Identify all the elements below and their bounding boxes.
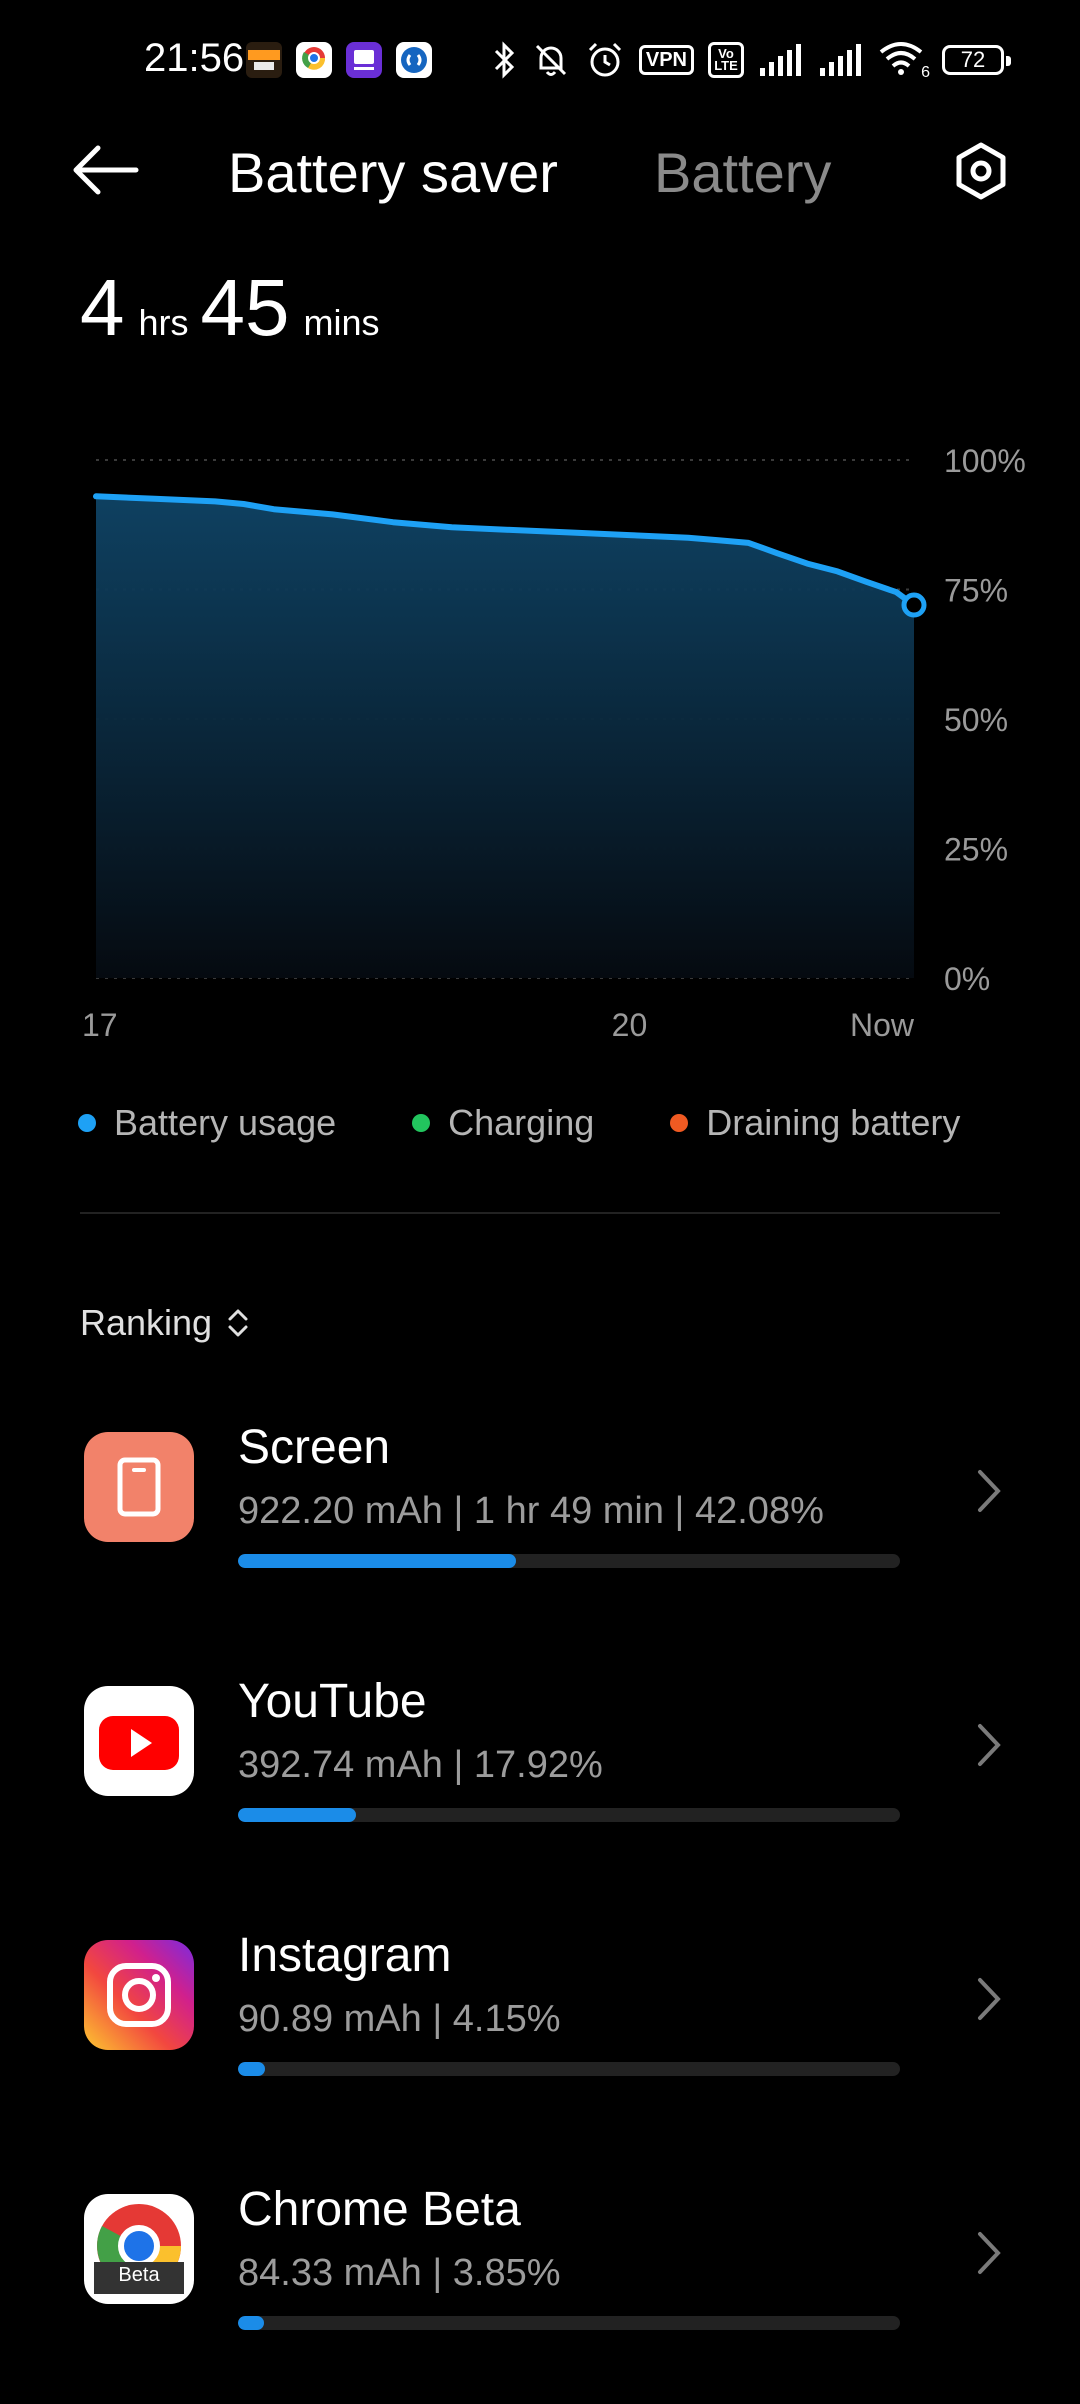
app-row-youtube[interactable]: YouTube 392.74 mAh | 17.92% [0, 1666, 1080, 1896]
chart-legend: Battery usage Charging Draining battery [78, 1102, 960, 1144]
header: Battery saver Battery [0, 120, 1080, 220]
usage-bar-fill [238, 2062, 266, 2076]
app-name: YouTube [238, 1675, 427, 1728]
app-name: Chrome Beta [238, 2183, 521, 2236]
screen-icon [84, 1432, 194, 1542]
bluetooth-icon [494, 41, 514, 79]
remaining-hours-unit: hrs [138, 302, 189, 343]
app-row-instagram[interactable]: Instagram 90.89 mAh | 4.15% [0, 1920, 1080, 2150]
y-tick-label: 25% [944, 832, 1008, 868]
usage-area-fill [96, 496, 914, 978]
legend-battery-usage: Battery usage [78, 1102, 336, 1144]
x-tick-label: Now [850, 1007, 915, 1043]
wifi-icon [879, 42, 923, 75]
mute-bell-icon [535, 44, 566, 76]
legend-label: Battery usage [114, 1102, 337, 1143]
ranking-sort-button[interactable]: Ranking [80, 1302, 250, 1344]
current-point-marker [901, 592, 927, 618]
legend-draining: Draining battery [670, 1102, 960, 1144]
usage-bar [238, 1808, 900, 1822]
remaining-hours: 4 [80, 263, 125, 352]
signal-sim1-icon [760, 44, 801, 76]
legend-dot-green [412, 1114, 431, 1132]
battery-usage-chart: 100% 75% 50% 25% 0% 17 20 Now [82, 443, 1026, 1043]
wifi-label: 6 [921, 64, 930, 81]
tab-battery[interactable]: Battery [654, 140, 831, 205]
chrome-beta-icon: Beta [84, 2194, 194, 2304]
usage-bar-fill [238, 1554, 517, 1568]
back-arrow-icon[interactable] [70, 142, 150, 198]
wifi-indicator: 6 [878, 40, 930, 81]
chevron-right-icon [978, 2232, 1001, 2274]
app-usage-detail: 84.33 mAh | 3.85% [238, 2252, 561, 2294]
ranking-label: Ranking [80, 1302, 213, 1343]
legend-label: Charging [448, 1102, 595, 1143]
chevron-right-icon [978, 1724, 1001, 1766]
app-name: Screen [238, 1421, 391, 1474]
usage-bar [238, 1554, 900, 1568]
usage-bar-fill [238, 2316, 265, 2330]
nowtv-notification-icon [246, 42, 282, 78]
y-tick-label: 100% [944, 443, 1026, 479]
chevron-right-icon [978, 1470, 1001, 1512]
app-name: Instagram [238, 1929, 452, 1982]
y-tick-label: 75% [944, 573, 1008, 609]
vpn-badge: VPN [638, 45, 694, 75]
alarm-icon [588, 42, 621, 77]
y-tick-label: 50% [944, 702, 1008, 738]
usage-bar-fill [238, 1808, 357, 1822]
signal-sim2-icon [820, 44, 861, 76]
x-tick-label: 20 [612, 1007, 648, 1043]
remaining-minutes-unit: mins [303, 302, 380, 343]
status-icons: VPN Vo LTE 6 72 [491, 36, 1011, 84]
legend-label: Draining battery [706, 1102, 961, 1143]
legend-dot-blue [78, 1114, 96, 1132]
shazam-notification-icon [396, 42, 432, 78]
y-tick-label: 0% [944, 961, 990, 997]
settings-icon[interactable] [950, 140, 1012, 202]
chrome-beta-badge: Beta [118, 2264, 160, 2286]
divider [80, 1212, 1000, 1214]
app-usage-detail: 90.89 mAh | 4.15% [238, 1998, 561, 2040]
status-bar: 21:56 VPN Vo LTE 6 72 [0, 0, 1080, 120]
usage-bar [238, 2062, 900, 2076]
app-row-screen[interactable]: Screen 922.20 mAh | 1 hr 49 min | 42.08% [0, 1412, 1080, 1642]
app-usage-detail: 392.74 mAh | 17.92% [238, 1744, 603, 1786]
usage-bar [238, 2316, 900, 2330]
chrome-notification-icon [296, 42, 332, 78]
sort-updown-icon [228, 1309, 248, 1337]
legend-charging: Charging [412, 1102, 594, 1144]
instagram-icon [84, 1940, 194, 2050]
remaining-minutes: 45 [200, 263, 290, 352]
remaining-time: 4 hrs 45 mins [80, 262, 392, 354]
yahoo-notification-icon [346, 42, 382, 78]
x-tick-label: 17 [82, 1007, 118, 1043]
status-time: 21:56 [144, 36, 245, 80]
volte-badge: Vo LTE [708, 42, 744, 78]
app-usage-detail: 922.20 mAh | 1 hr 49 min | 42.08% [238, 1490, 824, 1532]
tab-battery-saver[interactable]: Battery saver [228, 140, 558, 205]
youtube-icon [84, 1686, 194, 1796]
legend-dot-orange [670, 1114, 689, 1132]
app-row-chrome-beta[interactable]: Beta Chrome Beta 84.33 mAh | 3.85% [0, 2174, 1080, 2404]
chevron-right-icon [978, 1978, 1001, 2020]
battery-level: 72 [960, 47, 986, 72]
battery-indicator: 72 [942, 45, 1011, 75]
